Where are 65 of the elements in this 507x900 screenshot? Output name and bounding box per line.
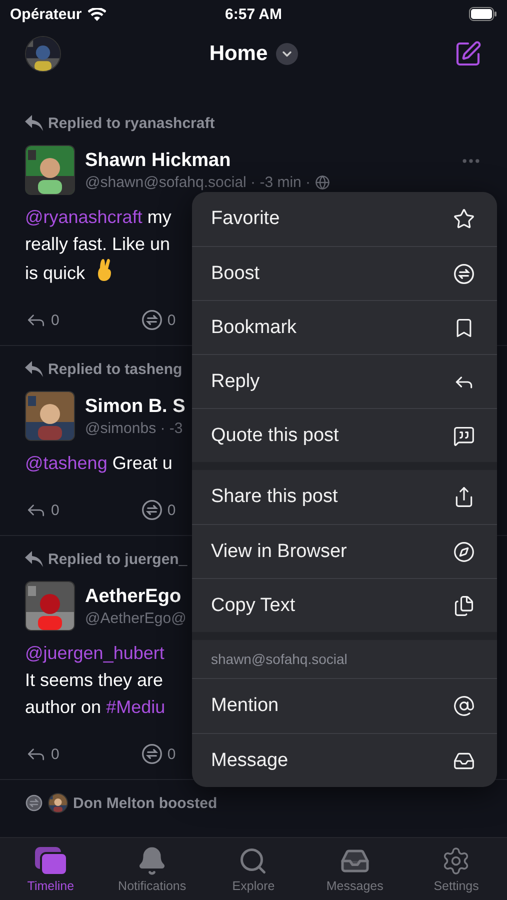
author-handle: @AetherEgo@ xyxy=(85,610,186,626)
boost-icon xyxy=(453,262,475,284)
tab[interactable]: Settings xyxy=(406,838,507,900)
carrier-label: Opérateur xyxy=(10,6,82,22)
hashtag-link[interactable]: #Mediu xyxy=(106,697,166,717)
tab[interactable]: Messages xyxy=(304,838,406,900)
replied-to-label: Replied to ryanashcraft xyxy=(48,114,215,132)
avatar[interactable] xyxy=(48,793,68,813)
author-handle: @simonbs · -3 xyxy=(85,420,183,436)
copy-icon xyxy=(453,594,475,616)
author-name: AetherEgo xyxy=(85,586,182,608)
boost-icon xyxy=(25,794,43,812)
reply-button[interactable]: 0 xyxy=(25,309,60,331)
reply-button[interactable]: 0 xyxy=(25,743,60,765)
search-icon xyxy=(238,846,268,876)
compose-icon xyxy=(454,40,482,68)
boost-button[interactable]: 0 xyxy=(141,743,176,765)
menu-item[interactable]: Reply xyxy=(192,354,497,408)
stacked-squares-icon xyxy=(32,846,69,876)
mention-link[interactable]: @ryanashcraft xyxy=(25,207,142,227)
mention-link[interactable]: @tasheng xyxy=(25,453,108,473)
boosted-by-label: Don Melton boosted xyxy=(73,794,218,812)
share-icon xyxy=(453,486,475,508)
menu-item[interactable]: Share this post xyxy=(192,470,497,524)
reply-icon xyxy=(25,115,43,131)
compass-icon xyxy=(453,540,475,562)
boost-icon xyxy=(141,309,164,331)
menu-item[interactable]: Message xyxy=(192,733,497,787)
menu-item[interactable]: Favorite xyxy=(192,192,497,246)
at-sign-icon xyxy=(453,695,475,717)
menu-item[interactable]: View in Browser xyxy=(192,524,497,578)
battery-icon xyxy=(469,7,497,21)
menu-item[interactable]: Copy Text xyxy=(192,578,497,632)
compose-button[interactable] xyxy=(454,40,482,68)
menu-item[interactable]: Bookmark xyxy=(192,300,497,354)
profile-avatar[interactable] xyxy=(25,36,61,72)
boost-icon xyxy=(141,499,164,521)
reply-icon xyxy=(25,551,43,567)
quote-icon xyxy=(453,424,475,446)
replied-to-label: Replied to tasheng xyxy=(48,360,182,378)
tab[interactable]: Timeline xyxy=(0,838,102,900)
wifi-icon xyxy=(88,8,106,20)
tab[interactable]: Notifications xyxy=(101,838,203,900)
boost-button[interactable]: 0 xyxy=(141,499,176,521)
menu-item[interactable]: Mention xyxy=(192,679,497,733)
boost-button[interactable]: 0 xyxy=(141,309,176,331)
tab[interactable]: Explore xyxy=(202,838,304,900)
page-title: Home xyxy=(209,42,268,66)
reply-icon xyxy=(25,361,43,377)
replied-to-label: Replied to juergen_ xyxy=(48,550,188,568)
mention-link[interactable]: @juergen_hubert xyxy=(25,643,164,663)
menu-item[interactable]: Boost xyxy=(192,246,497,300)
boost-icon xyxy=(141,743,164,765)
author-handle: @shawn@sofahq.social · -3 min · xyxy=(85,174,311,190)
menu-item[interactable]: Quote this post xyxy=(192,408,497,462)
menu-section-title: shawn@sofahq.social xyxy=(192,640,497,679)
avatar[interactable] xyxy=(25,145,75,195)
author-name: Shawn Hickman xyxy=(85,150,231,172)
clock-label: 6:57 AM xyxy=(225,6,282,22)
author-name: Simon B. S xyxy=(85,396,186,418)
dropdown-button[interactable] xyxy=(276,43,298,65)
reply-button[interactable]: 0 xyxy=(25,499,60,521)
avatar[interactable] xyxy=(25,391,75,441)
star-icon xyxy=(453,208,475,230)
bell-icon xyxy=(137,846,168,876)
